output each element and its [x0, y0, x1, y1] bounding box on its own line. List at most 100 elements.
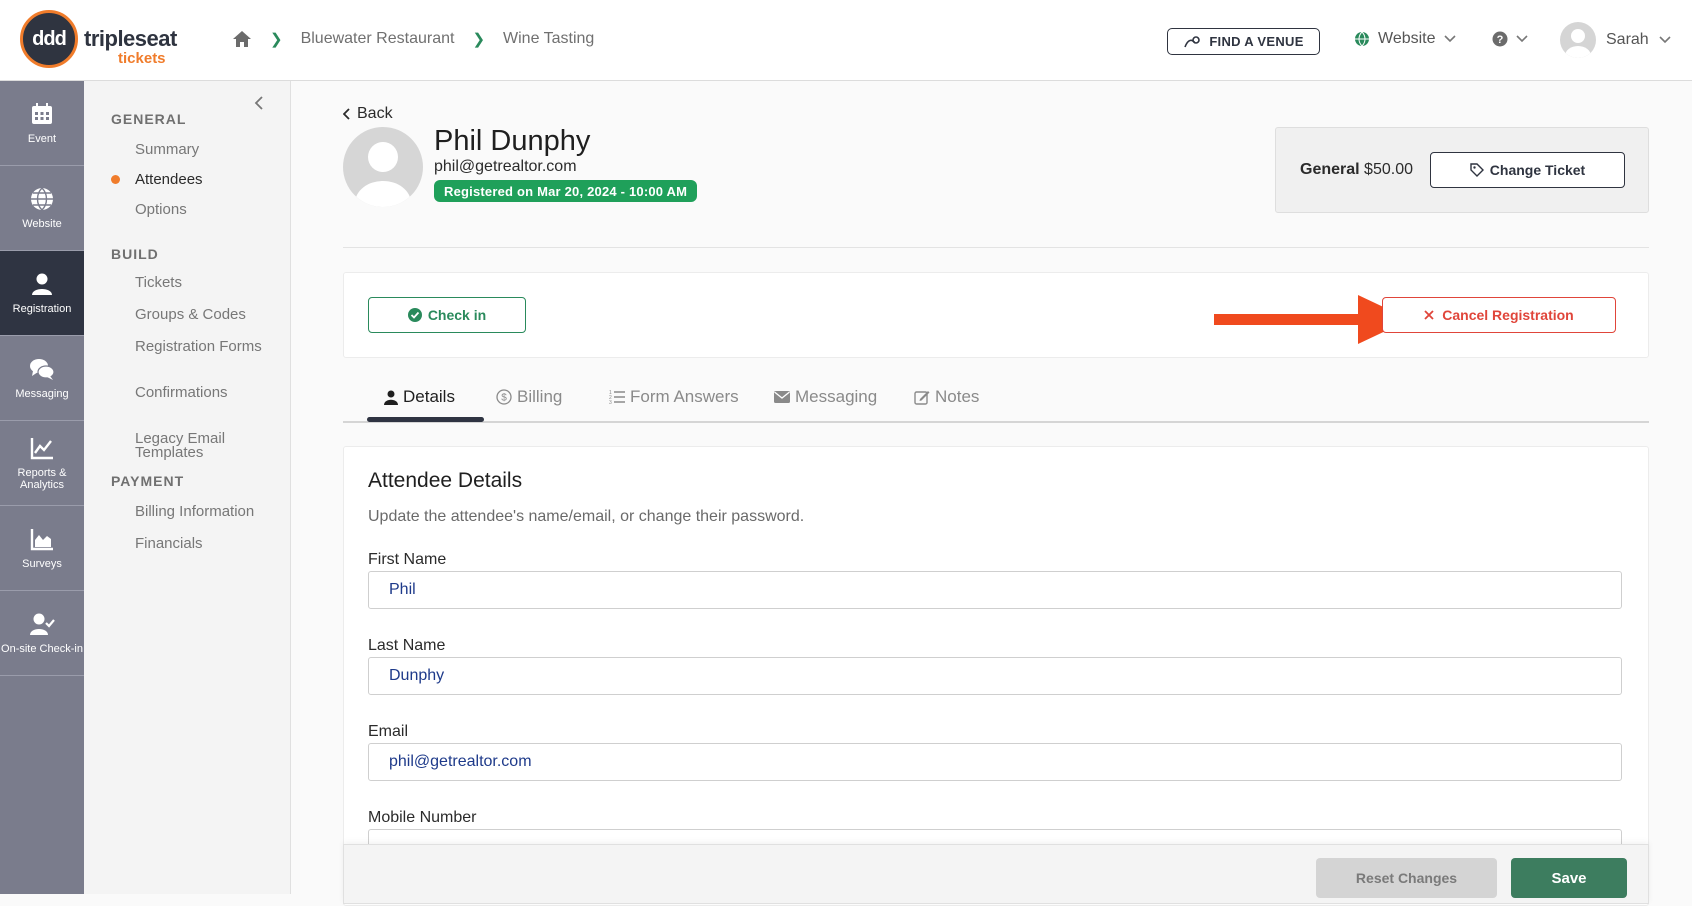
section-heading-general: GENERAL: [111, 111, 187, 127]
help-icon: ?: [1492, 31, 1508, 47]
save-button[interactable]: Save: [1511, 858, 1627, 898]
dollar-circle-icon: $: [496, 389, 512, 405]
list-ordered-icon: 123: [609, 390, 625, 404]
rail-item-label: Messaging: [15, 388, 69, 400]
avatar: [1560, 22, 1596, 58]
rail-item-website[interactable]: Website: [0, 166, 84, 251]
edit-icon: [914, 391, 930, 405]
globe-icon: [31, 187, 53, 211]
breadcrumb-event[interactable]: Wine Tasting: [503, 30, 594, 48]
first-name-label: First Name: [368, 551, 447, 568]
first-name-field[interactable]: Phil: [368, 571, 1622, 609]
website-menu[interactable]: Website: [1354, 30, 1456, 48]
mobile-number-label: Mobile Number: [368, 809, 477, 826]
tab-billing[interactable]: $ Billing: [496, 387, 562, 407]
chevron-right-icon: ❯: [270, 31, 283, 48]
rail-item-label: Event: [27, 133, 57, 145]
rail-item-label: Registration: [12, 303, 72, 315]
chevron-right-icon: ❯: [472, 31, 486, 48]
email-label: Email: [368, 723, 409, 740]
tab-messaging[interactable]: Messaging: [774, 387, 877, 407]
change-ticket-label: Change Ticket: [1489, 162, 1586, 178]
tab-notes[interactable]: Notes: [914, 387, 979, 407]
rail-item-label: Reports & Analytics: [17, 467, 67, 491]
rail-item-onsite-checkin[interactable]: On-site Check-in: [0, 591, 84, 676]
subnav-item-tickets[interactable]: Tickets: [135, 275, 285, 290]
divider: [343, 247, 1649, 248]
user-name: Sarah: [1606, 31, 1649, 48]
subnav-item-billing-information[interactable]: Billing Information: [135, 504, 285, 519]
tab-label: Billing: [517, 387, 563, 406]
rail-item-label: Surveys: [22, 558, 62, 570]
svg-text:3: 3: [609, 400, 612, 404]
envelope-icon: [774, 391, 790, 403]
top-bar: ddd tripleseat tickets ❯ Bluewater Resta…: [0, 0, 1692, 81]
active-indicator: [111, 175, 120, 184]
brand-name: tripleseat: [84, 26, 177, 51]
attendee-email: phil@getrealtor.com: [434, 158, 577, 175]
section-heading-build: BUILD: [111, 246, 159, 262]
back-link[interactable]: Back: [343, 105, 393, 123]
tab-form-answers[interactable]: 123 Form Answers: [609, 387, 739, 407]
website-menu-label: Website: [1378, 30, 1436, 47]
subnav-item-registration-forms[interactable]: Registration Forms: [135, 339, 285, 354]
attendee-name: Phil Dunphy: [434, 125, 591, 157]
secondary-nav: GENERAL Summary Attendees Options BUILD …: [84, 81, 291, 894]
close-icon: [1424, 310, 1434, 320]
subnav-item-options[interactable]: Options: [135, 202, 285, 217]
rail-item-surveys[interactable]: Surveys: [0, 506, 84, 591]
chart-line-icon: [30, 438, 53, 460]
attendee-details-card: Attendee Details Update the attendee's n…: [343, 446, 1649, 906]
registration-status-badge: Registered on Mar 20, 2024 - 10:00 AM: [434, 180, 698, 202]
rail-item-reports[interactable]: Reports & Analytics: [0, 421, 84, 506]
tab-label: Messaging: [795, 387, 878, 406]
email-field[interactable]: phil@getrealtor.com: [368, 743, 1622, 781]
user-check-icon: [30, 613, 55, 635]
ticket-summary: General $50.00 Change Ticket: [1275, 127, 1649, 213]
find-venue-button[interactable]: FIND A VENUE: [1167, 28, 1320, 55]
back-label: Back: [357, 105, 393, 122]
chevron-down-icon: [1659, 36, 1671, 44]
collapse-sidebar-icon[interactable]: [254, 95, 264, 116]
chart-area-icon: [30, 529, 53, 551]
change-ticket-button[interactable]: Change Ticket: [1430, 152, 1625, 188]
attendee-avatar: [343, 127, 423, 207]
brand-sub: tickets: [118, 50, 166, 67]
cancel-registration-button[interactable]: Cancel Registration: [1382, 297, 1616, 333]
rail-item-registration[interactable]: Registration: [0, 251, 84, 336]
main-content: Back Phil Dunphy phil@getrealtor.com Reg…: [291, 81, 1692, 906]
tab-label: Form Answers: [630, 387, 739, 406]
rail-item-event[interactable]: Event: [0, 81, 84, 166]
breadcrumb-venue[interactable]: Bluewater Restaurant: [301, 30, 455, 48]
subnav-item-financials[interactable]: Financials: [135, 536, 285, 551]
home-icon[interactable]: [232, 30, 252, 48]
svg-text:?: ?: [1497, 34, 1504, 46]
primary-nav-rail: Event Website Registration Messaging Rep…: [0, 81, 84, 894]
person-icon: [384, 390, 398, 405]
chevron-down-icon: [1443, 35, 1456, 43]
user-menu[interactable]: Sarah: [1560, 22, 1671, 58]
rail-item-label: On-site Check-in: [1, 643, 83, 655]
subnav-item-groups-codes[interactable]: Groups & Codes: [135, 307, 285, 322]
tag-icon: [1470, 163, 1484, 177]
rail-item-messaging[interactable]: Messaging: [0, 336, 84, 421]
breadcrumb: ❯ Bluewater Restaurant ❯ Wine Tasting: [232, 30, 594, 48]
subnav-item-confirmations[interactable]: Confirmations: [135, 385, 285, 400]
check-in-button[interactable]: Check in: [368, 297, 526, 333]
ticket-price: $50.00: [1364, 161, 1413, 178]
last-name-field[interactable]: Dunphy: [368, 657, 1622, 695]
card-title: Attendee Details: [368, 469, 523, 492]
tab-details[interactable]: Details: [384, 387, 455, 407]
subnav-item-attendees[interactable]: Attendees: [135, 172, 285, 187]
rail-item-label: Website: [22, 218, 62, 230]
reset-changes-button[interactable]: Reset Changes: [1316, 858, 1497, 898]
chat-icon: [30, 359, 55, 380]
brand-logo-mark[interactable]: ddd: [20, 10, 78, 68]
active-tab-indicator: [367, 417, 484, 422]
cancel-registration-label: Cancel Registration: [1442, 307, 1574, 323]
find-venue-label: FIND A VENUE: [1209, 34, 1304, 49]
help-menu[interactable]: ?: [1492, 31, 1528, 47]
globe-icon: [1355, 31, 1369, 47]
subnav-item-legacy-email-templates[interactable]: Legacy Email Templates: [135, 431, 285, 460]
subnav-item-summary[interactable]: Summary: [135, 142, 285, 157]
